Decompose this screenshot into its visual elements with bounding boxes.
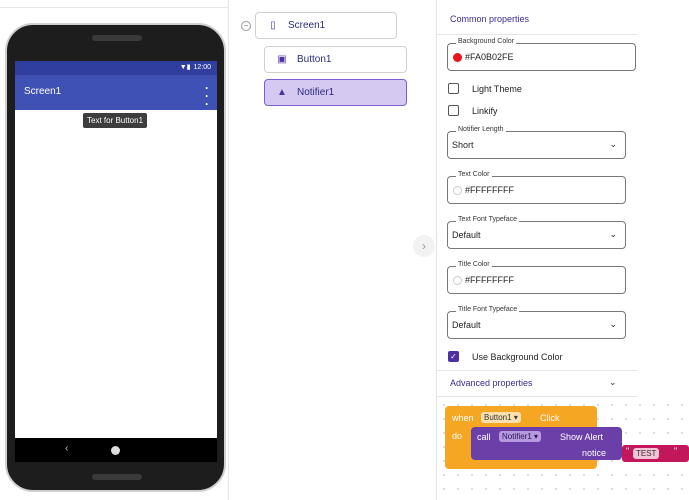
linkify-label: Linkify (472, 106, 498, 116)
phone-screen[interactable]: ▼▮ 12:00 Screen1 · · · Text for Button1 ‹ (15, 61, 217, 462)
quote-open: " (626, 446, 630, 456)
bell-icon: ▲ (277, 87, 287, 98)
divider (437, 34, 637, 35)
component-dropdown[interactable]: Button1 ▾ (481, 412, 521, 423)
field-label: Title Color (456, 261, 492, 268)
field-label: Notifier Length (456, 126, 506, 133)
block-keyword: do (452, 431, 463, 441)
quote-close: " (674, 446, 678, 456)
app-inventor-designer: ▼▮ 12:00 Screen1 · · · Text for Button1 ‹ −… (0, 0, 689, 500)
color-swatch-icon (453, 276, 462, 285)
block-keyword: when (452, 413, 474, 423)
chevron-down-icon: ⌄ (609, 319, 617, 329)
component-name: Button1 (484, 413, 512, 422)
phone-earpiece (92, 35, 142, 41)
notifier-name: Notifier1 (502, 432, 532, 441)
text-font-select[interactable]: Text Font Typeface Default ⌄ (447, 216, 626, 249)
field-label: Text Font Typeface (456, 216, 520, 223)
field-label: Background Color (456, 38, 517, 45)
blocks-workspace[interactable]: when Button1 ▾ Click do call Notifier1 ▾… (437, 398, 689, 500)
event-name: Click (540, 413, 560, 423)
color-swatch-icon (453, 53, 462, 62)
title-font-select[interactable]: Title Font Typeface Default ⌄ (447, 306, 626, 339)
components-tree (229, 0, 437, 500)
block-keyword: call (477, 432, 491, 442)
tree-item-screen1[interactable]: ▯ Screen1 (255, 12, 397, 39)
nav-bar: ‹ (15, 438, 217, 462)
phone-frame: ▼▮ 12:00 Screen1 · · · Text for Button1 ‹ (5, 23, 226, 492)
field-value: #FA0B02FE (465, 52, 514, 62)
tree-item-label: Notifier1 (297, 87, 335, 98)
method-name: Show Alert (560, 432, 604, 442)
viewer-topline (0, 0, 229, 8)
divider (437, 370, 637, 371)
common-properties-title: Common properties (450, 14, 530, 24)
field-value: Default (452, 230, 481, 240)
call-show-alert-block[interactable]: call Notifier1 ▾ Show Alert notice (471, 427, 622, 460)
app-bar: Screen1 · · · (15, 75, 217, 110)
use-bg-color-checkbox[interactable]: ✓ (448, 351, 459, 362)
light-theme-checkbox[interactable] (448, 83, 459, 94)
overflow-menu-icon[interactable]: · · · (205, 82, 209, 110)
tree-item-label: Button1 (297, 54, 332, 65)
dropdown-icon: ▾ (513, 413, 518, 422)
field-label: Title Font Typeface (456, 306, 520, 313)
text-color-field[interactable]: Text Color #FFFFFFFF (447, 171, 626, 204)
color-swatch-icon (453, 186, 462, 195)
title-color-field[interactable]: Title Color #FFFFFFFF (447, 261, 626, 294)
notifier-dropdown[interactable]: Notifier1 ▾ (499, 431, 542, 442)
arg-name: notice (582, 448, 607, 458)
wifi-icon: ▼▮ (179, 64, 191, 71)
button1-preview[interactable]: Text for Button1 (83, 113, 148, 128)
app-title: Screen1 (24, 86, 62, 97)
button-icon: ▣ (277, 54, 287, 65)
expand-panel-icon[interactable]: › (413, 235, 435, 257)
text-value[interactable]: TEST (633, 448, 660, 459)
collapse-icon[interactable]: − (241, 21, 251, 31)
field-value: #FFFFFFFF (465, 275, 514, 285)
tree-item-button1[interactable]: ▣ Button1 (264, 46, 407, 73)
chevron-down-icon: ⌄ (609, 139, 617, 149)
phone-chin (92, 474, 142, 480)
field-value: Short (452, 140, 474, 150)
linkify-checkbox[interactable] (448, 105, 459, 116)
status-bar: ▼▮ 12:00 (15, 61, 217, 75)
advanced-properties-toggle[interactable]: Advanced properties (450, 378, 533, 388)
divider (437, 396, 637, 397)
back-icon[interactable]: ‹ (65, 443, 68, 454)
status-time: 12:00 (193, 64, 211, 71)
tree-item-label: Screen1 (288, 20, 326, 31)
field-value: Default (452, 320, 481, 330)
home-icon[interactable] (111, 446, 120, 455)
viewer-panel: ▼▮ 12:00 Screen1 · · · Text for Button1 ‹ (0, 0, 229, 500)
phone-icon: ▯ (270, 20, 276, 31)
dropdown-icon: ▾ (534, 432, 539, 441)
tree-item-notifier1[interactable]: ▲ Notifier1 (264, 79, 407, 106)
background-color-field[interactable]: Background Color #FA0B02FE (447, 38, 636, 71)
field-label: Text Color (456, 171, 492, 178)
use-bg-color-label: Use Background Color (472, 352, 563, 362)
text-block[interactable]: " TEST " (622, 445, 689, 462)
chevron-down-icon: ⌄ (609, 229, 617, 239)
light-theme-label: Light Theme (472, 84, 522, 94)
chevron-down-icon[interactable]: ⌄ (609, 377, 617, 388)
field-value: #FFFFFFFF (465, 185, 514, 195)
notifier-length-select[interactable]: Notifier Length Short ⌄ (447, 126, 626, 159)
